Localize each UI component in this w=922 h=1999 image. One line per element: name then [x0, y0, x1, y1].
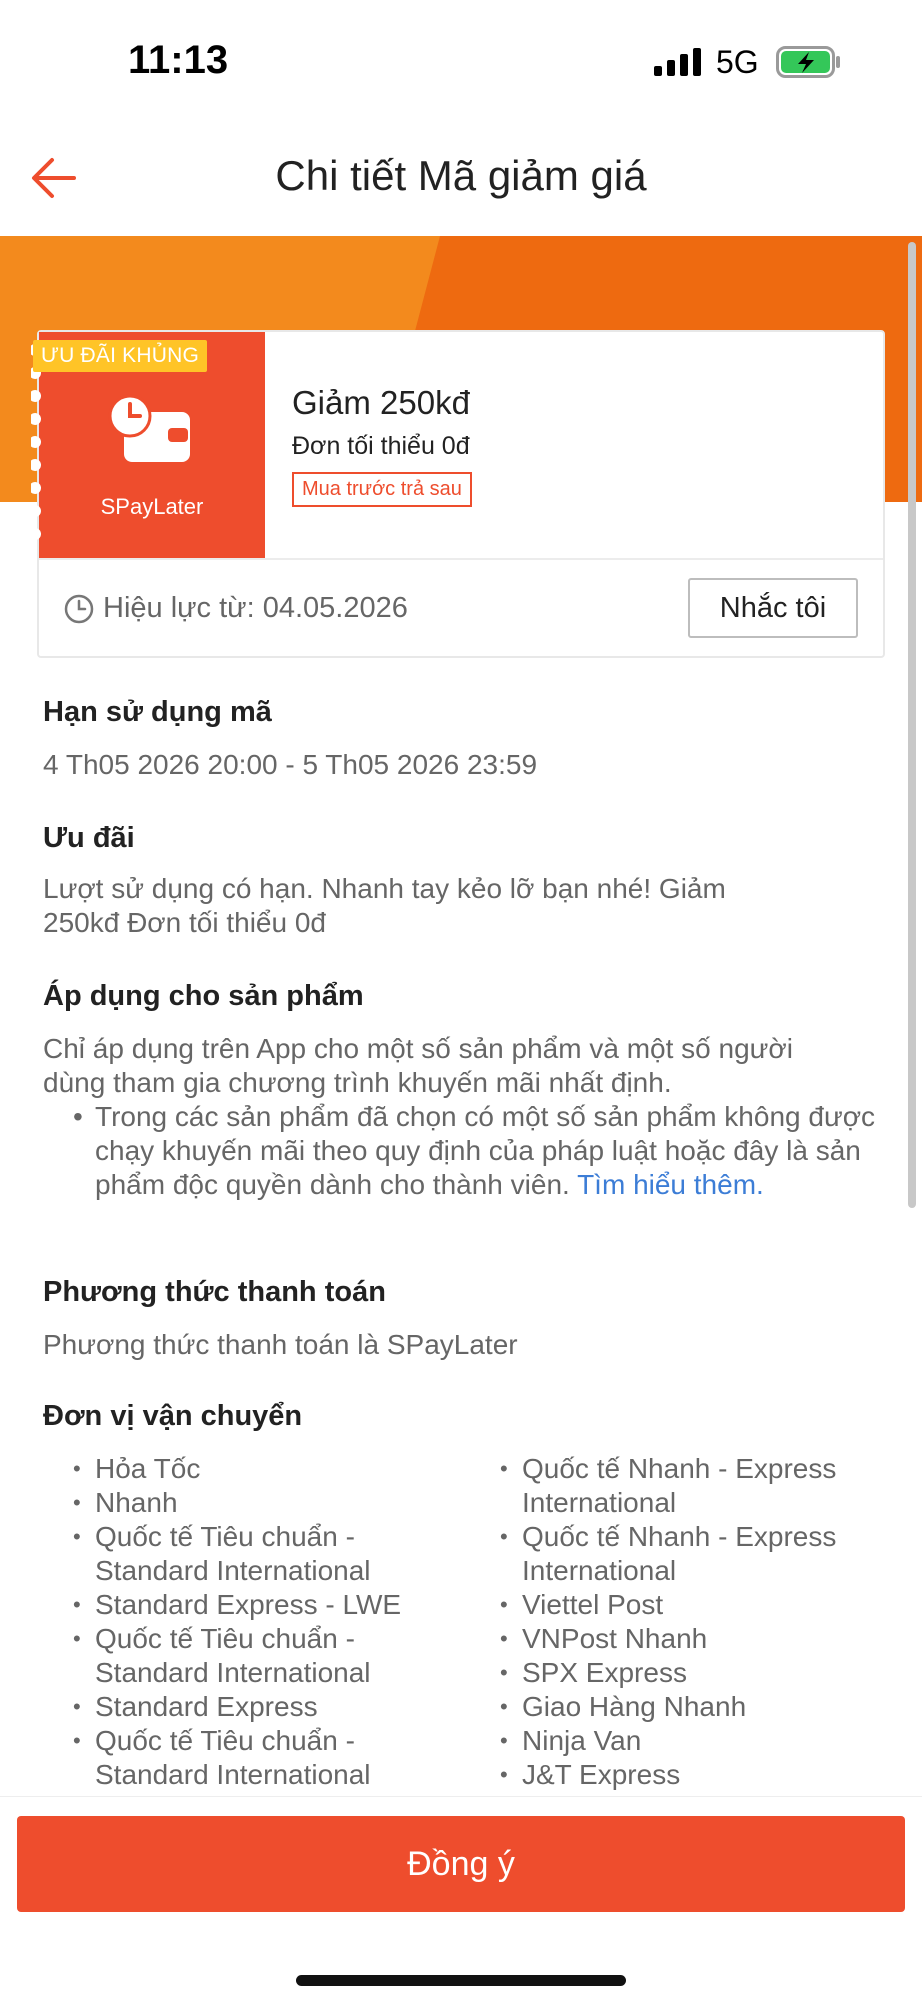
- agree-button[interactable]: Đồng ý: [17, 1816, 905, 1912]
- payment-title: Phương thức thanh toán: [43, 1276, 386, 1308]
- divider: [39, 558, 883, 560]
- voucher-tag: Mua trước trả sau: [292, 472, 472, 507]
- shipping-item: Viettel Post: [500, 1588, 900, 1622]
- expiry-title: Hạn sử dụng mã: [43, 696, 272, 728]
- validity-text: Hiệu lực từ: 04.05.2026: [103, 592, 408, 624]
- page-title: Chi tiết Mã giảm giá: [275, 152, 647, 199]
- scrollbar[interactable]: [908, 242, 916, 1208]
- products-title: Áp dụng cho sản phẩm: [43, 980, 364, 1012]
- network-label: 5G: [716, 44, 759, 80]
- voucher-card: SPayLater ƯU ĐÃI KHỦNG Giảm 250kđ Đơn tố…: [31, 330, 885, 658]
- shipping-title: Đơn vị vận chuyển: [43, 1400, 303, 1432]
- home-indicator: [296, 1975, 626, 1986]
- shipping-item: Quốc tế Tiêu chuẩn - Standard Internatio…: [73, 1724, 433, 1792]
- bullet-dot: •: [73, 1101, 83, 1132]
- shipping-item: VNPost Nhanh: [500, 1622, 900, 1656]
- voucher-brand: SPayLater: [100, 494, 204, 519]
- voucher-title: Giảm 250kđ: [292, 384, 470, 421]
- wallet-clock-icon: [108, 394, 190, 462]
- status-time: 11:13: [128, 38, 229, 82]
- shipping-list-right: Quốc tế Nhanh - Express International Qu…: [500, 1452, 900, 1792]
- shipping-item: Quốc tế Tiêu chuẩn - Standard Internatio…: [73, 1622, 433, 1690]
- shipping-item: Giao Hàng Nhanh: [500, 1690, 900, 1724]
- learn-more-link[interactable]: Tìm hiểu thêm.: [577, 1169, 764, 1200]
- clock-icon: [64, 594, 94, 624]
- shipping-item: Quốc tế Nhanh - Express International: [500, 1520, 900, 1588]
- shipping-item: J&T Express: [500, 1758, 900, 1792]
- shipping-item: Quốc tế Tiêu chuẩn - Standard Internatio…: [73, 1520, 433, 1588]
- products-text-line1: Chỉ áp dụng trên App cho một số sản phẩm…: [43, 1033, 793, 1064]
- offer-text-line2: 250kđ Đơn tối thiểu 0đ: [43, 907, 326, 938]
- shipping-item: Standard Express - LWE: [73, 1588, 433, 1622]
- offer-text-line1: Lượt sử dụng có hạn. Nhanh tay kẻo lỡ bạ…: [43, 873, 726, 904]
- voucher-badge: ƯU ĐÃI KHỦNG: [33, 340, 208, 372]
- shipping-item: SPX Express: [500, 1656, 900, 1690]
- status-bar: 11:13 5G: [0, 0, 922, 120]
- battery-charging-icon: [776, 46, 840, 78]
- voucher-min-order: Đơn tối thiểu 0đ: [292, 432, 470, 460]
- shipping-list-left: Hỏa Tốc Nhanh Quốc tế Tiêu chuẩn - Stand…: [73, 1452, 433, 1792]
- app-header: Chi tiết Mã giảm giá: [0, 120, 922, 236]
- shipping-item: Quốc tế Nhanh - Express International: [500, 1452, 900, 1520]
- shipping-item: Ninja Van: [500, 1724, 900, 1758]
- shipping-item: Nhanh: [73, 1486, 433, 1520]
- remind-me-button[interactable]: Nhắc tôi: [688, 578, 858, 638]
- products-bullet-text: Trong các sản phẩm đã chọn có một số sản…: [95, 1100, 895, 1202]
- shipping-item: Hỏa Tốc: [73, 1452, 433, 1486]
- expiry-text: 4 Th05 2026 20:00 - 5 Th05 2026 23:59: [43, 749, 538, 780]
- offer-title: Ưu đãi: [43, 822, 135, 854]
- signal-icon: [654, 48, 701, 76]
- footer-bar: Đồng ý: [0, 1796, 922, 1999]
- shipping-item: Standard Express: [73, 1690, 433, 1724]
- payment-text: Phương thức thanh toán là SPayLater: [43, 1329, 518, 1360]
- products-text-line2: dùng tham gia chương trình khuyến mãi nh…: [43, 1067, 672, 1098]
- products-bullet: • Trong các sản phẩm đã chọn có một số s…: [73, 1100, 895, 1202]
